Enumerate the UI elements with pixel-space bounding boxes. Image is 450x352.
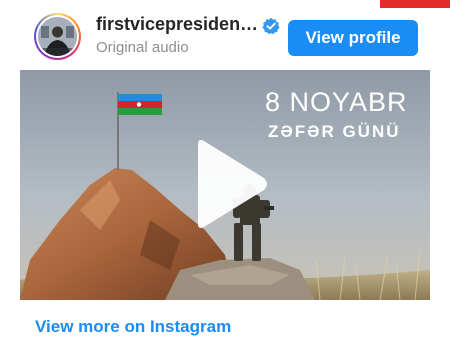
post-header: firstvicepresiden… Original audio View p… [0, 0, 450, 70]
play-icon[interactable] [190, 138, 270, 230]
view-profile-button[interactable]: View profile [288, 20, 418, 56]
avatar[interactable] [34, 13, 81, 60]
video-subtitle: ZƏFƏR GÜNÜ [268, 122, 401, 141]
video-title: 8 NOYABR [265, 87, 408, 117]
video-thumbnail[interactable]: 8 NOYABR ZƏFƏR GÜNÜ [20, 70, 430, 300]
original-audio-label[interactable]: Original audio [96, 39, 189, 56]
avatar-image [38, 17, 77, 56]
username[interactable]: firstvicepresiden… [96, 14, 261, 35]
verified-badge-icon [262, 17, 280, 35]
view-more-on-instagram-link[interactable]: View more on Instagram [35, 317, 231, 337]
